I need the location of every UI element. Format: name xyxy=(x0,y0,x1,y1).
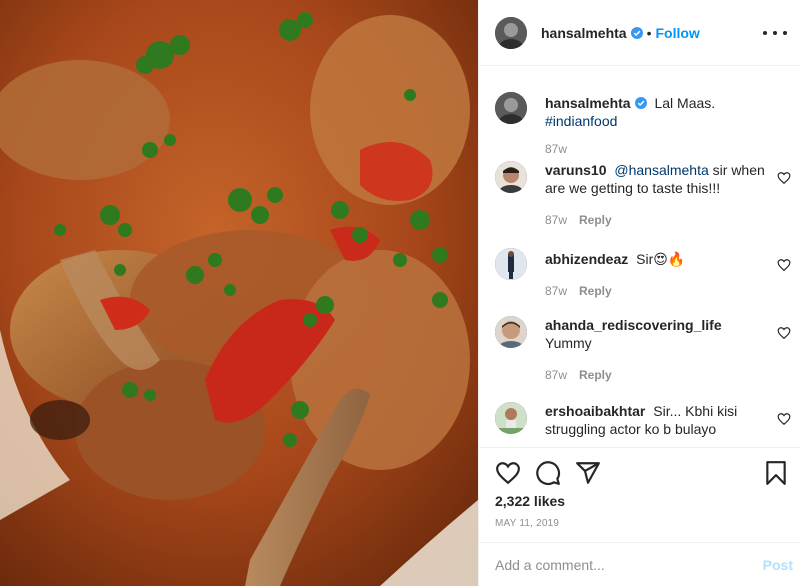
comment-input[interactable] xyxy=(495,556,745,573)
commenter-avatar[interactable] xyxy=(495,402,527,434)
reply-button[interactable]: Reply xyxy=(579,368,612,382)
post-comment-button[interactable]: Post xyxy=(763,557,793,573)
comment-body: ershoaibakhtar Sir... Kbhi kisi struggli… xyxy=(545,402,773,438)
comment-age[interactable]: 87w xyxy=(545,284,567,298)
commenter-avatar[interactable] xyxy=(495,248,527,280)
commenter-avatar[interactable] xyxy=(495,161,527,193)
reply-button[interactable]: Reply xyxy=(579,284,612,298)
paper-plane-icon[interactable] xyxy=(575,460,601,486)
comment-username[interactable]: abhizendeaz xyxy=(545,251,628,267)
comment-meta: 87w Reply xyxy=(545,211,773,229)
more-options-icon[interactable] xyxy=(763,24,787,42)
caption-meta: 87w xyxy=(545,140,773,158)
post-date[interactable]: MAY 11, 2019 xyxy=(495,518,559,529)
caption-body: hansalmehta Lal Maas. #indianfood 87w xyxy=(545,94,773,158)
follow-button[interactable]: Follow xyxy=(656,25,700,41)
comment-body: abhizendeaz Sir😍🔥 87w Reply xyxy=(545,250,773,300)
caption-hashtag[interactable]: #indianfood xyxy=(545,113,617,129)
heart-outline-icon[interactable] xyxy=(777,171,791,185)
bookmark-icon[interactable] xyxy=(763,460,789,486)
reply-button[interactable]: Reply xyxy=(579,213,612,227)
heart-outline-icon[interactable] xyxy=(777,412,791,426)
comment-mention[interactable]: @hansalmehta xyxy=(614,162,708,178)
post-sidebar: hansalmehta • Follow hansalmehta Lal Maa… xyxy=(478,0,800,586)
author-avatar[interactable] xyxy=(495,16,527,49)
comment-text: Sir😍🔥 xyxy=(636,251,686,267)
action-buttons xyxy=(495,460,601,486)
comment-item: abhizendeaz Sir😍🔥 87w Reply xyxy=(495,248,795,302)
heart-outline-icon[interactable] xyxy=(495,460,521,486)
comments-list[interactable]: hansalmehta Lal Maas. #indianfood 87w va… xyxy=(479,66,800,447)
comment-item: varuns10 @hansalmehta sir when are we ge… xyxy=(495,161,795,231)
comment-meta: 87w Reply xyxy=(545,366,773,384)
author-username[interactable]: hansalmehta xyxy=(541,25,627,41)
separator-dot: • xyxy=(646,24,652,41)
comment-body: ahanda_rediscovering_life Yummy 87w Reply xyxy=(545,316,773,384)
comment-age[interactable]: 87w xyxy=(545,213,567,227)
heart-outline-icon[interactable] xyxy=(777,258,791,272)
comment-bubble-icon[interactable] xyxy=(535,460,561,486)
comment-composer: Post xyxy=(479,542,800,586)
post-header: hansalmehta • Follow xyxy=(479,0,800,66)
comment-meta: 87w Reply xyxy=(545,282,773,300)
comment-item: ershoaibakhtar Sir... Kbhi kisi struggli… xyxy=(495,402,795,447)
comment-text: Yummy xyxy=(545,335,592,351)
heart-outline-icon[interactable] xyxy=(777,326,791,340)
comment-username[interactable]: ahanda_rediscovering_life xyxy=(545,317,722,333)
verified-badge-icon xyxy=(634,97,647,109)
comment-item: ahanda_rediscovering_life Yummy 87w Reply xyxy=(495,316,795,386)
post-dialog: hansalmehta • Follow hansalmehta Lal Maa… xyxy=(0,0,800,586)
caption-username[interactable]: hansalmehta xyxy=(545,95,631,111)
caption-text: Lal Maas. xyxy=(654,95,716,111)
likes-count[interactable]: 2,322 likes xyxy=(495,493,565,509)
comment-username[interactable]: ershoaibakhtar xyxy=(545,403,645,419)
comment-age[interactable]: 87w xyxy=(545,368,567,382)
comment-username[interactable]: varuns10 xyxy=(545,162,606,178)
commenter-avatar[interactable] xyxy=(495,316,527,348)
caption-age[interactable]: 87w xyxy=(545,142,567,156)
caption: hansalmehta Lal Maas. #indianfood 87w xyxy=(495,92,795,156)
comment-body: varuns10 @hansalmehta sir when are we ge… xyxy=(545,161,773,229)
post-actions: 2,322 likes MAY 11, 2019 xyxy=(479,447,800,542)
curry-image xyxy=(0,0,478,586)
post-photo[interactable] xyxy=(0,0,478,586)
verified-badge-icon xyxy=(630,26,643,39)
author-avatar[interactable] xyxy=(495,92,527,124)
